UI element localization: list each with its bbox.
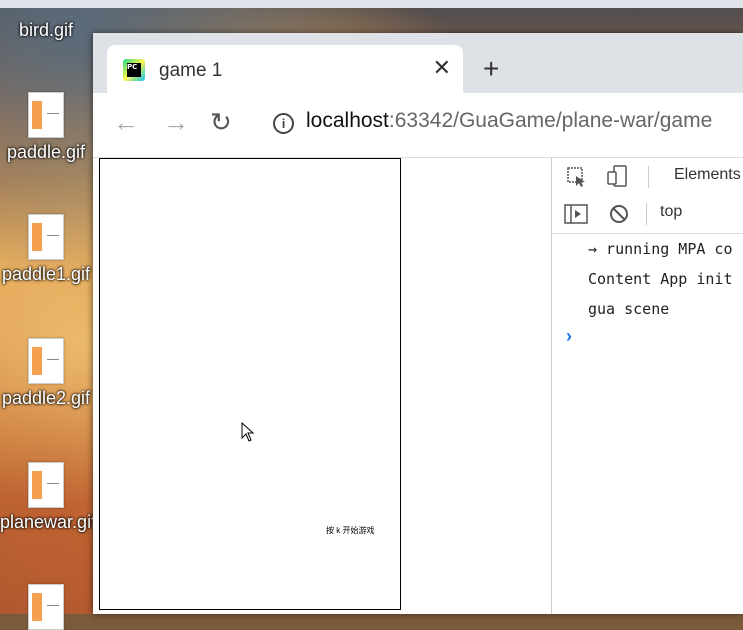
- tab-bar: PC _ game 1 ✕ +: [93, 33, 743, 93]
- reload-icon[interactable]: ↻: [210, 109, 232, 135]
- console-prompt-icon[interactable]: ›: [566, 326, 572, 347]
- taskbar-strip: [0, 0, 743, 8]
- desktop-icon-label: paddle.gif: [6, 142, 86, 162]
- tab-elements[interactable]: Elements: [674, 166, 741, 184]
- console-toolbar: top: [552, 195, 743, 234]
- desktop-icon-label: planewar.gif: [0, 512, 97, 532]
- file-thumbnail-icon: [28, 92, 64, 138]
- url-path: :63342/GuaGame/plane-war/game: [388, 109, 713, 132]
- desktop-icon-label: bird.gif: [18, 20, 74, 40]
- page-viewport: 按 k 开始游戏: [93, 158, 551, 614]
- clear-console-icon[interactable]: [608, 203, 630, 225]
- back-arrow-icon[interactable]: ←: [113, 109, 139, 135]
- url-host: localhost: [306, 109, 389, 132]
- mouse-cursor-icon: [241, 422, 255, 442]
- desktop-icon-paddle1[interactable]: paddle1.gif: [0, 214, 92, 285]
- desktop-icon-label: paddle2.gif: [1, 388, 91, 408]
- browser-window: PC _ game 1 ✕ + ← → ↻ i localhost:63342/G…: [93, 33, 743, 614]
- devtools-main-toolbar: Elements: [552, 158, 743, 196]
- device-toolbar-icon[interactable]: [606, 164, 630, 188]
- close-tab-icon[interactable]: ✕: [433, 55, 451, 81]
- tab-title: game 1: [159, 60, 223, 81]
- toolbar-divider: [646, 203, 647, 225]
- start-game-hint: 按 k 开始游戏: [326, 526, 375, 535]
- address-bar[interactable]: localhost:63342/GuaGame/plane-war/game: [306, 109, 712, 133]
- site-info-icon[interactable]: i: [273, 113, 294, 134]
- browser-toolbar: ← → ↻ i localhost:63342/GuaGame/plane-wa…: [93, 93, 743, 158]
- file-thumbnail-icon: [28, 462, 64, 508]
- desktop-icon-paddle[interactable]: paddle.gif: [0, 92, 92, 163]
- file-thumbnail-icon: [28, 584, 64, 630]
- console-line: → running MPA co: [588, 240, 733, 258]
- desktop-icon-partial[interactable]: [0, 584, 92, 630]
- console-line: gua scene: [588, 300, 670, 318]
- game-canvas[interactable]: 按 k 开始游戏: [99, 158, 401, 610]
- desktop-icon-paddle2[interactable]: paddle2.gif: [0, 338, 92, 409]
- inspect-element-icon[interactable]: [566, 166, 588, 188]
- forward-arrow-icon[interactable]: →: [163, 109, 189, 135]
- devtools-panel: Elements top → running MPA co Content Ap…: [551, 158, 743, 614]
- tab-game-1[interactable]: PC _ game 1 ✕: [107, 45, 463, 93]
- show-sidebar-icon[interactable]: [564, 203, 588, 225]
- toolbar-divider: [648, 166, 649, 188]
- desktop-icon-label: paddle1.gif: [1, 264, 91, 284]
- console-line: Content App init: [588, 270, 733, 288]
- file-thumbnail-icon: [28, 338, 64, 384]
- desktop-icon-planewar[interactable]: planewar.gif: [0, 462, 97, 533]
- desktop-icon-bird[interactable]: bird.gif: [0, 20, 92, 41]
- context-selector[interactable]: top: [660, 203, 682, 221]
- new-tab-button[interactable]: +: [483, 55, 499, 83]
- file-thumbnail-icon: [28, 214, 64, 260]
- pycharm-favicon-icon: PC _: [123, 59, 145, 81]
